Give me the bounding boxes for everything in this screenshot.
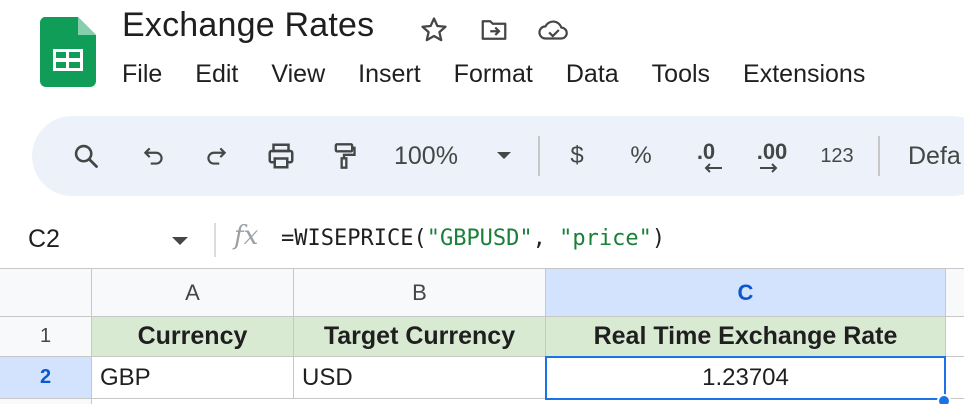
document-title[interactable]: Exchange Rates <box>122 6 374 45</box>
row-header-3[interactable] <box>0 399 92 404</box>
column-header-c[interactable]: C <box>546 268 946 317</box>
spreadsheet-grid: A B C 1 Currency Target Currency Real Ti… <box>0 268 964 404</box>
cell-b2[interactable]: USD <box>294 357 546 399</box>
formula-arg-field: "price" <box>559 226 652 251</box>
menu-format[interactable]: Format <box>454 60 533 89</box>
formula-bar-divider <box>214 223 216 257</box>
fx-icon: fx <box>234 221 259 251</box>
select-all-corner[interactable] <box>0 268 92 317</box>
formula-arg-pair: "GBPUSD" <box>426 226 533 251</box>
paint-format-icon[interactable] <box>326 138 362 174</box>
cell-b1[interactable]: Target Currency <box>294 317 546 357</box>
star-icon[interactable] <box>416 12 452 48</box>
cell-d1[interactable] <box>946 317 964 357</box>
chevron-down-icon[interactable] <box>172 237 188 245</box>
cloud-saved-icon[interactable] <box>536 12 572 48</box>
menu-tools[interactable]: Tools <box>652 60 710 89</box>
name-box[interactable]: C2 <box>28 225 60 254</box>
formula-function: =WISEPRICE( <box>281 226 427 251</box>
zoom-select[interactable]: 100% <box>394 138 474 174</box>
toolbar-divider <box>878 136 880 176</box>
menu-bar: File Edit View Insert Format Data Tools … <box>122 60 898 89</box>
menu-data[interactable]: Data <box>566 60 619 89</box>
cell-a2[interactable]: GBP <box>92 357 294 399</box>
menu-file[interactable]: File <box>122 60 162 89</box>
search-icon[interactable] <box>68 138 104 174</box>
menu-insert[interactable]: Insert <box>358 60 421 89</box>
row-header-1[interactable]: 1 <box>0 317 92 357</box>
cell-a1[interactable]: Currency <box>92 317 294 357</box>
increase-decimal-button[interactable]: .00 <box>750 138 794 174</box>
redo-icon[interactable] <box>198 138 234 174</box>
percent-format-button[interactable]: % <box>626 138 656 174</box>
sheets-logo[interactable] <box>39 17 96 87</box>
fill-handle[interactable] <box>937 394 951 404</box>
decrease-decimal-button[interactable]: .0 <box>686 138 726 174</box>
arrow-right-icon <box>760 163 778 173</box>
column-header-d[interactable] <box>946 268 964 317</box>
cell-c1[interactable]: Real Time Exchange Rate <box>546 317 946 357</box>
formula-bar: C2 fx =WISEPRICE("GBPUSD", "price") <box>0 213 964 267</box>
chevron-down-icon[interactable] <box>494 138 514 174</box>
currency-format-button[interactable]: $ <box>562 138 592 174</box>
toolbar-divider <box>538 136 540 176</box>
arrow-left-icon <box>704 163 722 173</box>
move-to-folder-icon[interactable] <box>476 12 512 48</box>
cell-c2[interactable]: 1.23704 <box>545 356 946 400</box>
column-header-b[interactable]: B <box>294 268 546 317</box>
more-formats-button[interactable]: 123 <box>816 138 858 174</box>
toolbar: 100% $ % .0 .00 123 Defa <box>32 116 964 196</box>
menu-view[interactable]: View <box>271 60 325 89</box>
formula-input[interactable]: =WISEPRICE("GBPUSD", "price") <box>281 226 665 251</box>
column-header-a[interactable]: A <box>92 268 294 317</box>
undo-icon[interactable] <box>136 138 172 174</box>
cell-d2[interactable] <box>946 357 964 399</box>
font-select[interactable]: Defa <box>908 138 964 174</box>
formula-separator: , <box>532 226 560 251</box>
row-header-2[interactable]: 2 <box>0 357 92 399</box>
print-icon[interactable] <box>262 138 300 174</box>
formula-close: ) <box>651 226 666 251</box>
menu-edit[interactable]: Edit <box>195 60 238 89</box>
menu-extensions[interactable]: Extensions <box>743 60 865 89</box>
